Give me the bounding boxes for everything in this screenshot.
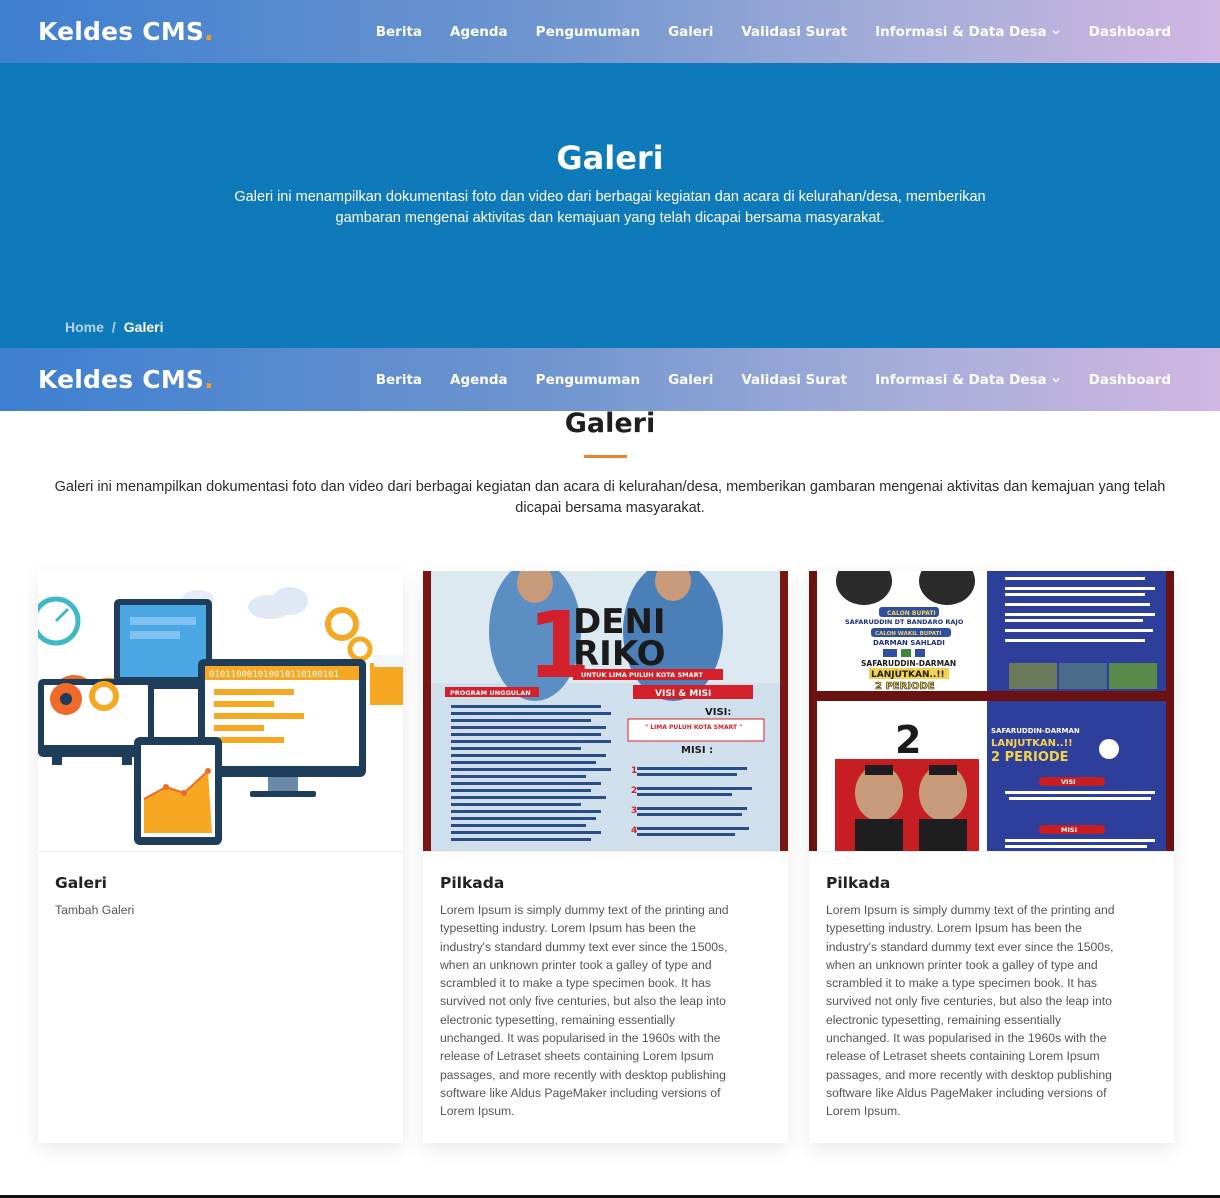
main-nav: Berita Agenda Pengumuman Galeri Validasi… bbox=[376, 24, 1171, 40]
gallery-card[interactable]: 010110001010010110100101 Galeri Tambah G… bbox=[38, 571, 403, 1143]
section-description: Galeri ini menampilkan dokumentasi foto … bbox=[54, 479, 1166, 516]
title-underline bbox=[584, 455, 627, 458]
poster2-bottom-slogan-period: 2 PERIODE bbox=[991, 750, 1069, 765]
breadcrumb-home[interactable]: Home bbox=[65, 319, 104, 335]
svg-text:1: 1 bbox=[631, 766, 637, 776]
breadcrumb: Home / Galeri bbox=[65, 319, 164, 335]
poster2-calon-wakil: CALON WAKIL BUPATI bbox=[875, 631, 941, 637]
poster2-slogan-names: SAFARUDDIN-DARMAN bbox=[861, 659, 956, 668]
nav-berita[interactable]: Berita bbox=[376, 372, 422, 388]
nav-agenda[interactable]: Agenda bbox=[450, 24, 508, 40]
campaign-poster-1-image: 1 DENI RIKO UNTUK LIMA PULUH KOTA SMART … bbox=[423, 571, 788, 851]
gallery-card[interactable]: 1 DENI RIKO UNTUK LIMA PULUH KOTA SMART … bbox=[423, 571, 788, 1143]
card-image-tech-illustration[interactable]: 010110001010010110100101 bbox=[38, 571, 403, 852]
card-text: Tambah Galeri bbox=[55, 903, 135, 917]
poster2-bupati-name: SAFARUDDIN DT BANDARO RAJO bbox=[845, 618, 964, 626]
svg-text:010110001010010110100101: 010110001010010110100101 bbox=[209, 670, 339, 680]
nav-agenda[interactable]: Agenda bbox=[450, 372, 508, 388]
chevron-down-icon bbox=[1052, 377, 1060, 382]
brand-name: Keldes CMS bbox=[38, 365, 205, 394]
sticky-navbar: Keldes CMS. Berita Agenda Pengumuman Gal… bbox=[0, 348, 1220, 411]
nav-informasi-label: Informasi & Data Desa bbox=[875, 23, 1047, 40]
brand-dot: . bbox=[204, 17, 214, 46]
poster-program-heading: PROGRAM UNGGULAN bbox=[450, 689, 531, 697]
poster2-number: 2 bbox=[895, 718, 921, 762]
poster2-misi: MISI bbox=[1061, 826, 1077, 834]
chevron-down-icon bbox=[1052, 29, 1060, 34]
poster2-visi: VISI bbox=[1061, 778, 1076, 786]
nav-informasi-data-desa[interactable]: Informasi & Data Desa bbox=[875, 372, 1061, 388]
svg-text:2: 2 bbox=[631, 786, 637, 796]
nav-pengumuman[interactable]: Pengumuman bbox=[536, 24, 640, 40]
brand-logo-sticky[interactable]: Keldes CMS. bbox=[38, 365, 214, 394]
hero-banner: Galeri Galeri ini menampilkan dokumentas… bbox=[0, 63, 1220, 348]
card-text: Lorem Ipsum is simply dummy text of the … bbox=[826, 903, 1115, 1119]
nav-validasi-surat[interactable]: Validasi Surat bbox=[741, 372, 847, 388]
nav-informasi-data-desa[interactable]: Informasi & Data Desa bbox=[875, 24, 1061, 40]
nav-berita[interactable]: Berita bbox=[376, 24, 422, 40]
nav-dashboard[interactable]: Dashboard bbox=[1089, 372, 1171, 388]
nav-galeri[interactable]: Galeri bbox=[668, 372, 713, 388]
poster2-bottom-slogan-main: LANJUTKAN..!! bbox=[991, 738, 1073, 749]
card-text: Lorem Ipsum is simply dummy text of the … bbox=[440, 903, 729, 1119]
brand-name: Keldes CMS bbox=[38, 17, 205, 46]
svg-text:3: 3 bbox=[631, 806, 637, 816]
brand-logo[interactable]: Keldes CMS. bbox=[38, 17, 214, 46]
poster-tagline: UNTUK LIMA PULUH KOTA SMART bbox=[581, 671, 703, 679]
hero-description: Galeri ini menampilkan dokumentasi foto … bbox=[234, 189, 986, 226]
svg-text:4: 4 bbox=[631, 826, 637, 836]
poster-name-2: RIKO bbox=[573, 634, 666, 674]
poster-visi-misi: VISI & MISI bbox=[655, 689, 711, 699]
poster2-bottom-slogan-names: SAFARUDDIN-DARMAN bbox=[991, 727, 1080, 735]
nav-validasi-surat[interactable]: Validasi Surat bbox=[741, 24, 847, 40]
poster2-slogan-main: LANJUTKAN..!! bbox=[871, 670, 945, 680]
nav-galeri[interactable]: Galeri bbox=[668, 24, 713, 40]
section-title: Galeri bbox=[564, 408, 656, 439]
brand-dot: . bbox=[204, 365, 214, 394]
card-image-campaign-poster-1[interactable]: 1 DENI RIKO UNTUK LIMA PULUH KOTA SMART … bbox=[423, 571, 788, 852]
main-nav-sticky: Berita Agenda Pengumuman Galeri Validasi… bbox=[376, 372, 1171, 388]
tech-illustration-image: 010110001010010110100101 bbox=[38, 571, 403, 851]
poster-visi-label: VISI: bbox=[705, 707, 731, 718]
top-navbar: Keldes CMS. Berita Agenda Pengumuman Gal… bbox=[0, 0, 1220, 63]
poster2-wakil-name: DARMAN SAHLADI bbox=[873, 639, 945, 647]
poster2-calon-bupati: CALON BUPATI bbox=[887, 610, 936, 617]
card-title[interactable]: Pilkada bbox=[440, 874, 504, 892]
nav-informasi-label: Informasi & Data Desa bbox=[875, 371, 1047, 388]
card-image-campaign-poster-2[interactable]: CALON BUPATI SAFARUDDIN DT BANDARO RAJO … bbox=[809, 571, 1174, 852]
campaign-poster-2-image: CALON BUPATI SAFARUDDIN DT BANDARO RAJO … bbox=[809, 571, 1174, 851]
card-title[interactable]: Pilkada bbox=[826, 874, 890, 892]
hero-title: Galeri bbox=[556, 139, 664, 177]
breadcrumb-current: Galeri bbox=[123, 319, 164, 335]
poster2-slogan-period: 2 PERIODE bbox=[875, 681, 935, 692]
poster-misi-label: MISI : bbox=[681, 745, 713, 756]
card-title[interactable]: Galeri bbox=[55, 874, 107, 892]
poster-visi-text: " LIMA PULUH KOTA SMART " bbox=[645, 724, 742, 731]
nav-pengumuman[interactable]: Pengumuman bbox=[536, 372, 640, 388]
nav-dashboard[interactable]: Dashboard bbox=[1089, 24, 1171, 40]
breadcrumb-separator: / bbox=[111, 319, 116, 335]
gallery-card[interactable]: CALON BUPATI SAFARUDDIN DT BANDARO RAJO … bbox=[809, 571, 1174, 1143]
